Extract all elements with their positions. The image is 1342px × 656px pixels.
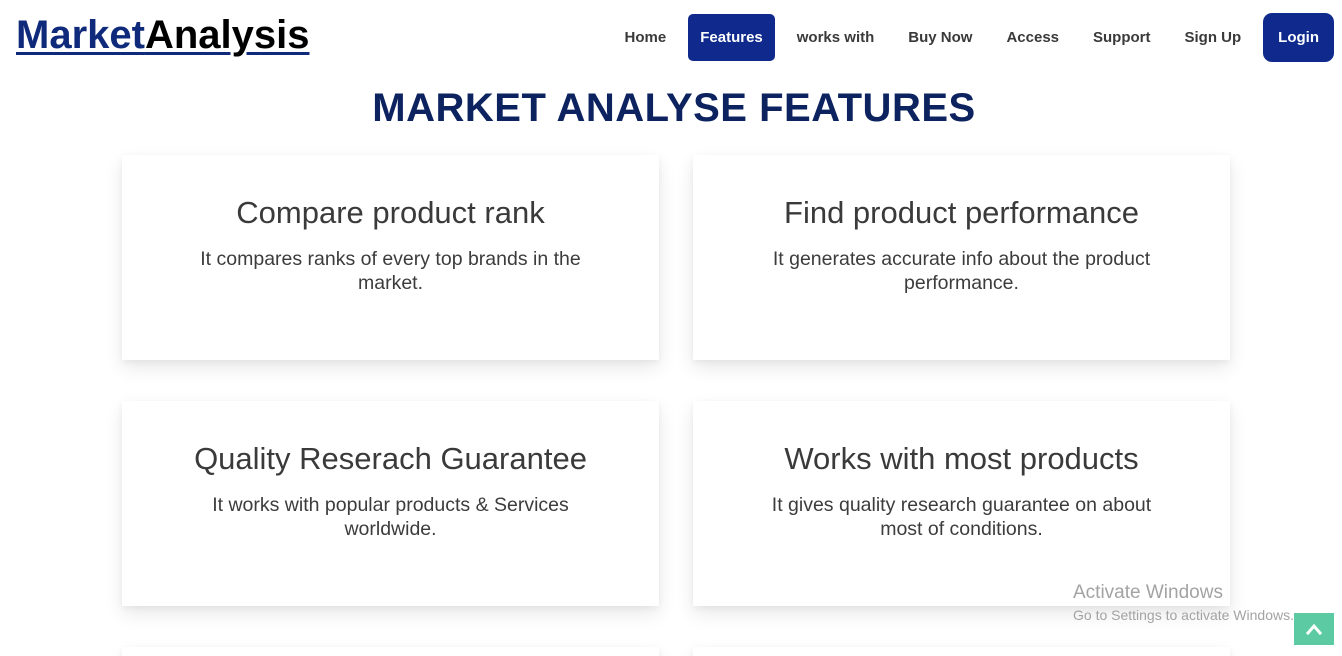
feature-card-partial [122,647,659,656]
feature-card-text: It generates accurate info about the pro… [772,248,1151,294]
feature-card: Quality Reserach Guarantee It works with… [122,401,659,606]
feature-card-title: Compare product rank [236,195,545,230]
nav-works-with[interactable]: works with [780,14,892,61]
logo-part-analysis: Analysis [144,13,310,57]
page: MarketAnalysis Home Features works with … [0,0,1342,656]
feature-card: Works with most products It gives qualit… [693,401,1230,606]
nav-features[interactable]: Features [688,13,775,61]
logo-part-market: Market [16,13,145,57]
features-title: MARKET ANALYSE FEATURES [372,86,976,130]
back-to-top-button[interactable] [1294,613,1334,645]
feature-card: Compare product rank It compares ranks o… [122,155,659,360]
feature-card-title: Works with most products [784,441,1139,476]
chevron-up-icon [1306,623,1322,635]
login-button[interactable]: Login [1263,12,1334,62]
nav-buy-now[interactable]: Buy Now [891,14,989,61]
nav-support[interactable]: Support [1076,14,1168,61]
nav-access[interactable]: Access [989,14,1076,61]
feature-card-title: Quality Reserach Guarantee [194,441,587,476]
watermark-line-1: Activate Windows [1073,582,1223,603]
feature-card-partial [693,647,1230,656]
feature-card-title: Find product performance [784,195,1139,230]
feature-card-text: It compares ranks of every top brands in… [200,248,581,294]
feature-card-text: It works with popular products & Service… [212,494,569,540]
nav-sign-up[interactable]: Sign Up [1168,14,1259,61]
nav-home[interactable]: Home [608,14,684,61]
feature-card-text: It gives quality research guarantee on a… [771,494,1152,540]
watermark-line-2: Go to Settings to activate Windows. [1073,607,1294,623]
feature-card: Find product performance It generates ac… [693,155,1230,360]
site-logo[interactable]: MarketAnalysis [16,12,309,58]
windows-activation-watermark: Activate Windows Go to Settings to activ… [1073,581,1294,625]
main-nav: Home Features works with Buy Now Access … [608,12,1334,62]
